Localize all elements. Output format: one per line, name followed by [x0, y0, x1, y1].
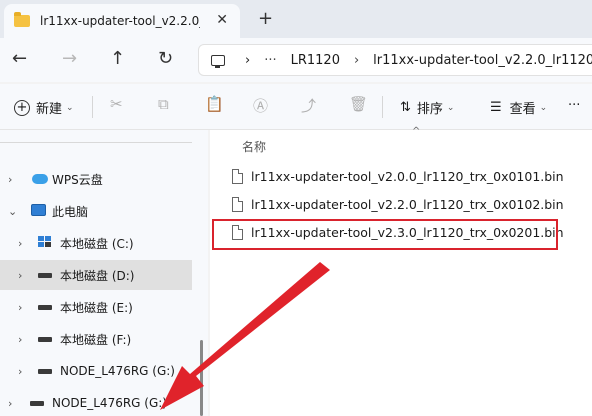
- view-icon: ☰: [490, 100, 502, 115]
- file-name: lr11xx-updater-tool_v2.0.0_lr1120_trx_0x…: [251, 168, 564, 184]
- file-icon: [232, 168, 243, 184]
- chevron-down-icon: ⌄: [446, 102, 455, 113]
- drive-icon: [38, 273, 52, 278]
- breadcrumb-separator-icon: ›: [353, 52, 360, 68]
- sort-ascending-icon: ^: [412, 126, 421, 137]
- sidebar-item-label: 本地磁盘 (F:): [60, 332, 132, 347]
- refresh-button[interactable]: ↻: [158, 48, 173, 69]
- plus-icon: +: [14, 99, 30, 116]
- sidebar-item-drive-c[interactable]: › 本地磁盘 (C:): [0, 228, 192, 258]
- file-item[interactable]: lr11xx-updater-tool_v2.0.0_lr1120_trx_0x…: [232, 164, 564, 188]
- address-bar[interactable]: › ··· LR1120 › lr11xx-updater-tool_v2.2.…: [198, 44, 592, 76]
- tab-current-folder[interactable]: lr11xx-updater-tool_v2.2.0_lr112 ✕: [4, 4, 240, 38]
- copy-icon[interactable]: ⧉: [158, 95, 169, 113]
- navigation-pane: › WPS云盘 ⌄ 此电脑 › 本地磁盘 (C:) › 本地磁盘 (D:) › …: [0, 130, 208, 416]
- view-label: 查看: [509, 102, 536, 117]
- sort-label: 排序: [416, 102, 443, 117]
- sidebar-item-drive-d[interactable]: › 本地磁盘 (D:): [0, 260, 192, 290]
- close-tab-icon[interactable]: ✕: [216, 12, 228, 28]
- file-name: lr11xx-updater-tool_v2.2.0_lr1120_trx_0x…: [251, 196, 564, 212]
- new-button[interactable]: + 新建 ⌄: [14, 98, 74, 117]
- cloud-icon: [32, 174, 48, 184]
- chevron-right-icon[interactable]: ›: [18, 333, 22, 346]
- sidebar-item-drive-g[interactable]: › NODE_L476RG (G:): [0, 356, 192, 386]
- breadcrumb-separator-icon: ›: [245, 52, 251, 68]
- sidebar-item-drive-e[interactable]: › 本地磁盘 (E:): [0, 292, 192, 322]
- command-bar: + 新建 ⌄ ✂ ⧉ 📋 Ⓐ ⤴ 🗑 ⇅ 排序 ⌄ ☰ 查看 ⌄ ···: [0, 84, 592, 130]
- back-button[interactable]: ←: [12, 48, 27, 69]
- sidebar-item-this-pc[interactable]: ⌄ 此电脑: [0, 196, 192, 226]
- sidebar-item-label: 本地磁盘 (E:): [60, 300, 133, 315]
- sidebar-item-drive-f[interactable]: › 本地磁盘 (F:): [0, 324, 192, 354]
- view-button[interactable]: ☰ 查看 ⌄: [490, 98, 547, 117]
- sort-button[interactable]: ⇅ 排序 ⌄: [400, 98, 454, 117]
- sidebar-item-drive-g-root[interactable]: › NODE_L476RG (G:): [0, 388, 192, 416]
- this-pc-icon: [31, 204, 46, 216]
- sidebar-item-label: 本地磁盘 (D:): [60, 268, 135, 283]
- file-item[interactable]: lr11xx-updater-tool_v2.2.0_lr1120_trx_0x…: [232, 192, 564, 216]
- breadcrumb-item-current[interactable]: lr11xx-updater-tool_v2.2.0_lr1120: [373, 53, 592, 68]
- paste-icon[interactable]: 📋: [205, 95, 224, 113]
- chevron-right-icon[interactable]: ›: [8, 397, 12, 410]
- chevron-right-icon[interactable]: ›: [18, 269, 22, 282]
- new-tab-button[interactable]: +: [258, 8, 273, 29]
- sidebar-item-wps-cloud[interactable]: › WPS云盘: [0, 164, 192, 194]
- sidebar-item-label: NODE_L476RG (G:): [52, 396, 167, 410]
- cut-icon[interactable]: ✂: [110, 95, 123, 113]
- sidebar-item-label: 本地磁盘 (C:): [60, 236, 134, 251]
- folder-icon: [14, 12, 30, 27]
- chevron-down-icon[interactable]: ⌄: [8, 205, 17, 218]
- navigation-scrollbar[interactable]: [200, 340, 203, 416]
- drive-c-icon: [38, 236, 52, 248]
- new-label: 新建: [36, 102, 63, 117]
- delete-icon[interactable]: 🗑: [349, 95, 368, 113]
- chevron-down-icon: ⌄: [539, 102, 548, 113]
- highlight-box: [212, 219, 558, 250]
- sidebar-item-label: 此电脑: [52, 204, 89, 219]
- chevron-down-icon: ⌄: [66, 102, 74, 113]
- breadcrumb-item-lr1120[interactable]: LR1120: [291, 53, 340, 68]
- toolbar-divider: [382, 96, 383, 118]
- toolbar-divider: [92, 96, 93, 118]
- chevron-right-icon[interactable]: ›: [18, 237, 22, 250]
- more-options-button[interactable]: ···: [568, 98, 580, 113]
- chevron-right-icon[interactable]: ›: [18, 365, 22, 378]
- chevron-right-icon[interactable]: ›: [18, 301, 22, 314]
- tab-strip: lr11xx-updater-tool_v2.2.0_lr112 ✕ +: [0, 0, 592, 38]
- up-button[interactable]: ↑: [110, 48, 125, 69]
- drive-icon: [38, 337, 52, 342]
- file-icon: [232, 196, 243, 212]
- drive-icon: [30, 401, 44, 406]
- breadcrumb-overflow-button[interactable]: ···: [264, 53, 276, 68]
- tab-title: lr11xx-updater-tool_v2.2.0_lr112: [40, 14, 200, 28]
- share-icon[interactable]: ⤴: [301, 95, 316, 116]
- column-header-name[interactable]: 名称: [242, 138, 266, 155]
- sidebar-item-label: NODE_L476RG (G:): [60, 364, 175, 378]
- pane-divider: [0, 142, 192, 143]
- navigation-bar: ← → ↑ ↻ › ··· LR1120 › lr11xx-updater-to…: [0, 38, 592, 82]
- sort-icon: ⇅: [400, 100, 411, 115]
- chevron-right-icon[interactable]: ›: [8, 173, 12, 186]
- file-list: ^ 名称 lr11xx-updater-tool_v2.0.0_lr1120_t…: [210, 126, 592, 416]
- computer-icon: [211, 54, 225, 68]
- drive-icon: [38, 305, 52, 310]
- rename-icon[interactable]: Ⓐ: [253, 95, 268, 116]
- sidebar-item-label: WPS云盘: [52, 172, 103, 187]
- forward-button[interactable]: →: [62, 48, 77, 69]
- drive-icon: [38, 369, 52, 374]
